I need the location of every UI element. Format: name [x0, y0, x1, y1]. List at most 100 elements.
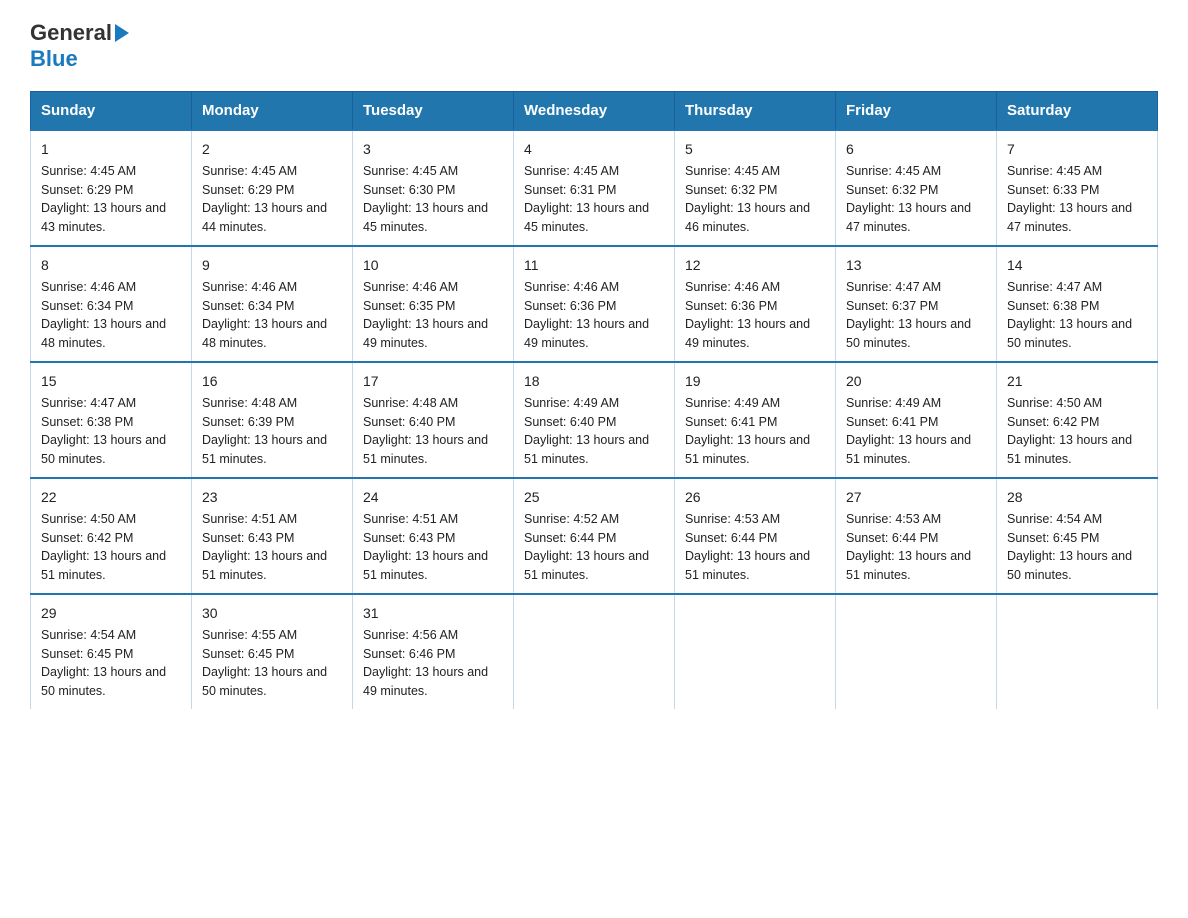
day-number: 4 — [524, 139, 664, 160]
daylight-info: Daylight: 13 hours and 51 minutes. — [685, 433, 810, 466]
sunrise-info: Sunrise: 4:45 AM — [41, 164, 136, 178]
sunrise-info: Sunrise: 4:48 AM — [363, 396, 458, 410]
calendar-cell: 14Sunrise: 4:47 AMSunset: 6:38 PMDayligh… — [997, 246, 1158, 362]
sunset-info: Sunset: 6:45 PM — [1007, 531, 1099, 545]
calendar-cell: 7Sunrise: 4:45 AMSunset: 6:33 PMDaylight… — [997, 130, 1158, 246]
day-number: 19 — [685, 371, 825, 392]
calendar-cell: 5Sunrise: 4:45 AMSunset: 6:32 PMDaylight… — [675, 130, 836, 246]
daylight-info: Daylight: 13 hours and 44 minutes. — [202, 201, 327, 234]
sunrise-info: Sunrise: 4:51 AM — [363, 512, 458, 526]
daylight-info: Daylight: 13 hours and 51 minutes. — [846, 433, 971, 466]
sunrise-info: Sunrise: 4:48 AM — [202, 396, 297, 410]
daylight-info: Daylight: 13 hours and 50 minutes. — [41, 665, 166, 698]
calendar-cell: 4Sunrise: 4:45 AMSunset: 6:31 PMDaylight… — [514, 130, 675, 246]
calendar-cell: 2Sunrise: 4:45 AMSunset: 6:29 PMDaylight… — [192, 130, 353, 246]
sunset-info: Sunset: 6:34 PM — [41, 299, 133, 313]
calendar-cell: 26Sunrise: 4:53 AMSunset: 6:44 PMDayligh… — [675, 478, 836, 594]
calendar-cell: 29 Sunrise: 4:54 AM Sunset: 6:45 PM Dayligh… — [31, 594, 192, 709]
day-number: 3 — [363, 139, 503, 160]
calendar-cell — [997, 594, 1158, 709]
daylight-info: Daylight: 13 hours and 45 minutes. — [363, 201, 488, 234]
calendar-cell — [836, 594, 997, 709]
day-number: 26 — [685, 487, 825, 508]
day-number: 9 — [202, 255, 342, 276]
logo-blue: Blue — [30, 46, 78, 71]
calendar-cell: 21Sunrise: 4:50 AMSunset: 6:42 PMDayligh… — [997, 362, 1158, 478]
sunrise-info: Sunrise: 4:45 AM — [524, 164, 619, 178]
daylight-info: Daylight: 13 hours and 47 minutes. — [1007, 201, 1132, 234]
calendar-cell — [514, 594, 675, 709]
sunset-info: Sunset: 6:31 PM — [524, 183, 616, 197]
daylight-info: Daylight: 13 hours and 49 minutes. — [524, 317, 649, 350]
sunrise-info: Sunrise: 4:45 AM — [1007, 164, 1102, 178]
sunrise-info: Sunrise: 4:46 AM — [363, 280, 458, 294]
sunset-info: Sunset: 6:42 PM — [41, 531, 133, 545]
calendar-week-row: 15Sunrise: 4:47 AMSunset: 6:38 PMDayligh… — [31, 362, 1158, 478]
day-number: 11 — [524, 255, 664, 276]
sunrise-info: Sunrise: 4:46 AM — [685, 280, 780, 294]
calendar-cell: 9Sunrise: 4:46 AMSunset: 6:34 PMDaylight… — [192, 246, 353, 362]
daylight-info: Daylight: 13 hours and 50 minutes. — [41, 433, 166, 466]
sunrise-info: Sunrise: 4:53 AM — [685, 512, 780, 526]
day-header-wednesday: Wednesday — [514, 91, 675, 130]
page-header: General Blue — [30, 20, 1158, 73]
sunset-info: Sunset: 6:30 PM — [363, 183, 455, 197]
calendar-cell: 15Sunrise: 4:47 AMSunset: 6:38 PMDayligh… — [31, 362, 192, 478]
daylight-info: Daylight: 13 hours and 43 minutes. — [41, 201, 166, 234]
daylight-info: Daylight: 13 hours and 51 minutes. — [363, 549, 488, 582]
sunrise-info: Sunrise: 4:45 AM — [202, 164, 297, 178]
daylight-info: Daylight: 13 hours and 47 minutes. — [846, 201, 971, 234]
sunrise-info: Sunrise: 4:45 AM — [363, 164, 458, 178]
sunrise-info: Sunrise: 4:52 AM — [524, 512, 619, 526]
calendar-cell: 12Sunrise: 4:46 AMSunset: 6:36 PMDayligh… — [675, 246, 836, 362]
sunset-info: Sunset: 6:36 PM — [524, 299, 616, 313]
day-number: 28 — [1007, 487, 1147, 508]
sunset-info: Sunset: 6:29 PM — [41, 183, 133, 197]
calendar-week-row: 1 Sunrise: 4:45 AM Sunset: 6:29 PM Daylight… — [31, 130, 1158, 246]
day-number: 2 — [202, 139, 342, 160]
day-number: 6 — [846, 139, 986, 160]
sunrise-info: Sunrise: 4:49 AM — [524, 396, 619, 410]
sunset-info: Sunset: 6:37 PM — [846, 299, 938, 313]
day-number: 29 — [41, 603, 181, 624]
day-number: 20 — [846, 371, 986, 392]
day-number: 12 — [685, 255, 825, 276]
sunrise-info: Sunrise: 4:46 AM — [524, 280, 619, 294]
calendar-table: SundayMondayTuesdayWednesdayThursdayFrid… — [30, 91, 1158, 709]
day-number: 24 — [363, 487, 503, 508]
sunset-info: Sunset: 6:44 PM — [685, 531, 777, 545]
day-number: 8 — [41, 255, 181, 276]
sunset-info: Sunset: 6:41 PM — [846, 415, 938, 429]
day-number: 1 — [41, 139, 181, 160]
daylight-info: Daylight: 13 hours and 51 minutes. — [41, 549, 166, 582]
logo-arrow-icon — [115, 24, 129, 42]
sunrise-info: Sunrise: 4:49 AM — [685, 396, 780, 410]
day-number: 7 — [1007, 139, 1147, 160]
sunrise-info: Sunrise: 4:54 AM — [41, 628, 136, 642]
day-number: 18 — [524, 371, 664, 392]
sunset-info: Sunset: 6:45 PM — [41, 647, 133, 661]
calendar-cell: 18Sunrise: 4:49 AMSunset: 6:40 PMDayligh… — [514, 362, 675, 478]
calendar-cell: 17Sunrise: 4:48 AMSunset: 6:40 PMDayligh… — [353, 362, 514, 478]
day-header-friday: Friday — [836, 91, 997, 130]
daylight-info: Daylight: 13 hours and 50 minutes. — [202, 665, 327, 698]
day-header-tuesday: Tuesday — [353, 91, 514, 130]
daylight-info: Daylight: 13 hours and 48 minutes. — [41, 317, 166, 350]
sunset-info: Sunset: 6:40 PM — [363, 415, 455, 429]
sunset-info: Sunset: 6:41 PM — [685, 415, 777, 429]
sunset-info: Sunset: 6:34 PM — [202, 299, 294, 313]
calendar-cell: 10Sunrise: 4:46 AMSunset: 6:35 PMDayligh… — [353, 246, 514, 362]
sunset-info: Sunset: 6:38 PM — [1007, 299, 1099, 313]
day-number: 30 — [202, 603, 342, 624]
sunset-info: Sunset: 6:42 PM — [1007, 415, 1099, 429]
sunset-info: Sunset: 6:38 PM — [41, 415, 133, 429]
sunrise-info: Sunrise: 4:53 AM — [846, 512, 941, 526]
calendar-cell: 24Sunrise: 4:51 AMSunset: 6:43 PMDayligh… — [353, 478, 514, 594]
sunset-info: Sunset: 6:46 PM — [363, 647, 455, 661]
day-number: 21 — [1007, 371, 1147, 392]
sunset-info: Sunset: 6:44 PM — [524, 531, 616, 545]
sunset-info: Sunset: 6:40 PM — [524, 415, 616, 429]
logo-general: General — [30, 20, 112, 46]
day-number: 16 — [202, 371, 342, 392]
calendar-cell: 8Sunrise: 4:46 AMSunset: 6:34 PMDaylight… — [31, 246, 192, 362]
